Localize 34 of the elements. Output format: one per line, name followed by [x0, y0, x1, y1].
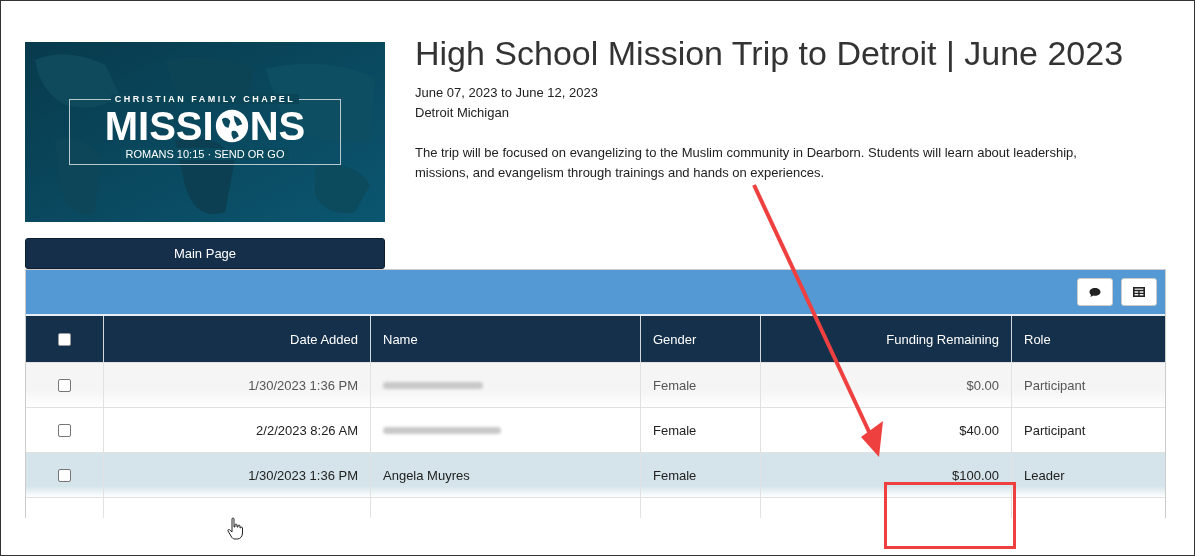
- table-cell: Leader: [1024, 467, 1065, 483]
- row-checkbox[interactable]: [58, 378, 71, 392]
- logo-tagline: ROMANS 10:15 · SEND OR GO: [120, 148, 290, 161]
- trip-description: The trip will be focused on evangelizing to the Muslim community in Dearborn. Students will learn about leadership, missions, and evangelism through trainings and hands on experiences.: [415, 144, 1078, 182]
- select-all-checkbox[interactable]: [58, 332, 71, 346]
- trip-location: Detroit Michigan: [415, 104, 510, 122]
- table-cell: 1/30/2023 1:36 PM: [248, 467, 358, 483]
- trip-title: High School Mission Trip to Detroit | June 2023: [415, 34, 1125, 73]
- table-row[interactable]: 1/30/2023 1:36 PM Female $0.00 Participant: [26, 362, 1165, 407]
- table-cell: Participant: [1024, 377, 1086, 393]
- table-cell: Female: [653, 467, 697, 483]
- row-checkbox[interactable]: [58, 468, 71, 482]
- table-cell: $0.00: [966, 377, 999, 393]
- table-row[interactable]: 2/2/2023 8:26 AM Female $40.00 Participant: [26, 407, 1165, 452]
- table-cell: Participant: [1024, 422, 1086, 438]
- row-checkbox[interactable]: [58, 423, 71, 437]
- table-cell: Female: [653, 422, 697, 438]
- table-cell: $100.00: [952, 467, 999, 483]
- table-cell: Female: [653, 377, 697, 393]
- logo-subtitle: CHRISTIAN FAMILY CHAPEL: [110, 94, 300, 105]
- table-icon: [1133, 287, 1145, 297]
- logo-text: NS: [249, 104, 306, 149]
- globe-icon: [214, 109, 249, 144]
- table-cell: Angela Muyres: [383, 467, 470, 483]
- comment-button[interactable]: [1077, 278, 1113, 306]
- logo-text: MISSI: [104, 104, 214, 149]
- table-row[interactable]: 1/30/2023 1:36 PM Angela Muyres Female $100.00 Leader: [26, 452, 1165, 497]
- table-cell: 2/2/2023 8:26 AM: [256, 422, 358, 438]
- speech-bubble-icon: [1089, 286, 1101, 298]
- grid-button[interactable]: [1121, 278, 1157, 306]
- main-page-button[interactable]: Main Page: [25, 238, 385, 269]
- table-cell: $40.00: [959, 422, 999, 438]
- table-cell: 1/30/2023 1:36 PM: [248, 377, 358, 393]
- trip-dates: June 07, 2023 to June 12, 2023: [415, 84, 599, 102]
